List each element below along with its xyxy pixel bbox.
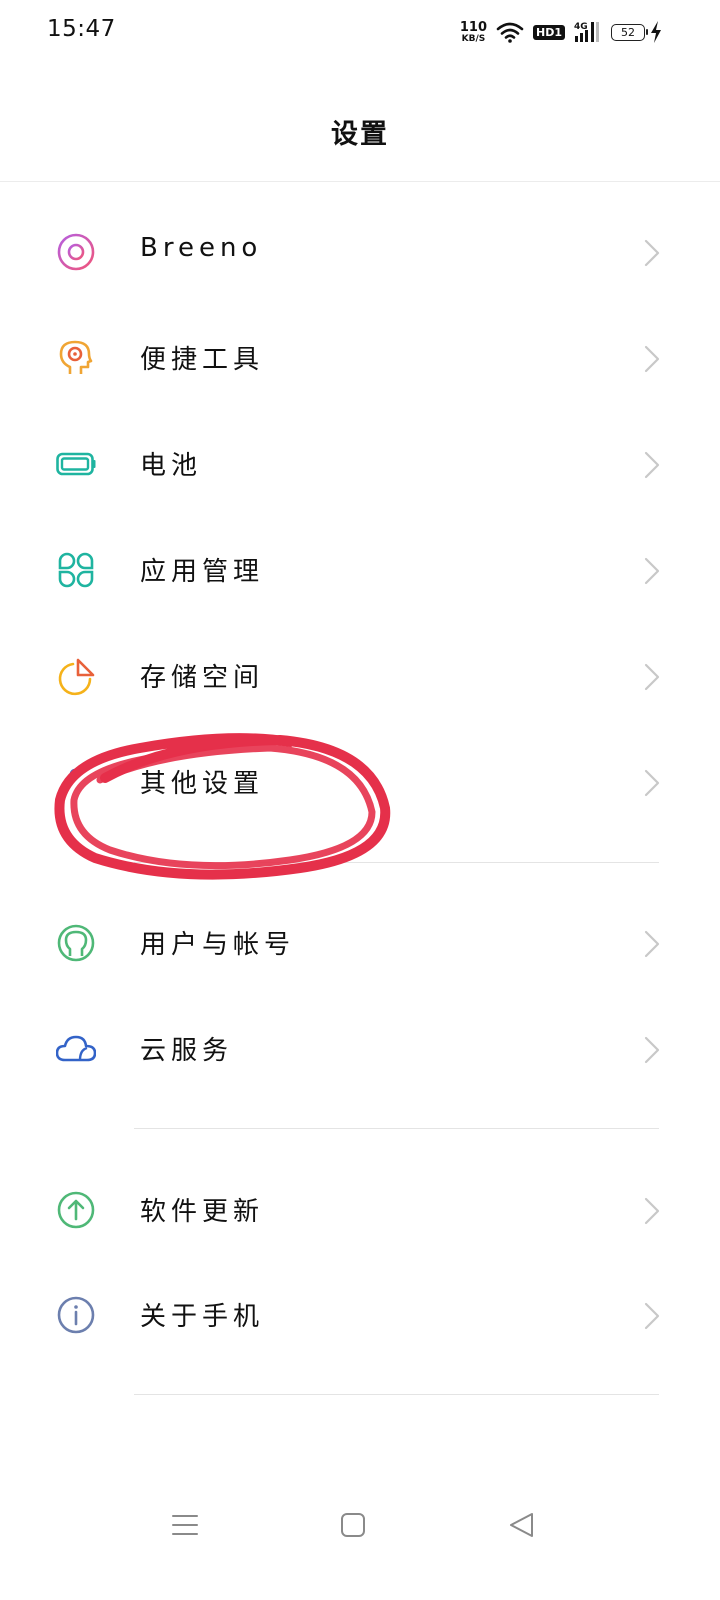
charging-icon — [651, 21, 661, 43]
network-speed-unit: KB/S — [461, 33, 486, 44]
chevron-right-icon — [644, 1197, 660, 1225]
storage-icon — [58, 658, 95, 696]
settings-item-label: 云服务 — [140, 1036, 234, 1066]
navigation-bar — [0, 1490, 720, 1560]
status-bar: 15:47 110 KB/S HD1 4G 52 — [0, 0, 720, 64]
settings-item-label: 其他设置 — [140, 769, 265, 799]
settings-item-breeno[interactable]: Breeno — [0, 199, 720, 305]
settings-item-cloud-service[interactable]: 云服务 — [0, 996, 720, 1102]
hd-voice-badge: HD1 — [533, 24, 565, 40]
home-icon[interactable] — [338, 1510, 368, 1540]
menu-icon[interactable] — [170, 1510, 200, 1540]
battery-indicator: 52 — [611, 23, 648, 41]
settings-item-battery[interactable]: 电池 — [0, 411, 720, 517]
cellular-signal-icon: 4G — [574, 22, 599, 42]
settings-item-label: 关于手机 — [140, 1302, 265, 1332]
section-divider — [134, 862, 659, 863]
other-settings-icon — [69, 768, 81, 780]
settings-item-user-account[interactable]: 用户与帐号 — [0, 890, 720, 996]
user-account-icon — [57, 924, 95, 962]
chevron-right-icon — [644, 769, 660, 797]
title-bar: 设置 — [0, 64, 720, 182]
cloud-service-icon — [56, 1035, 96, 1062]
status-icons: 110 KB/S HD1 4G 52 — [460, 18, 662, 46]
wifi-icon — [496, 22, 524, 43]
app-management-icon — [58, 552, 94, 588]
settings-item-label: 便捷工具 — [140, 345, 265, 375]
chevron-right-icon — [644, 557, 660, 585]
settings-item-other-settings[interactable]: 其他设置 — [0, 729, 720, 835]
chevron-right-icon — [644, 930, 660, 958]
convenience-tools-icon — [59, 340, 93, 374]
settings-item-app-management[interactable]: 应用管理 — [0, 517, 720, 623]
section-divider — [134, 1128, 659, 1129]
chevron-right-icon — [644, 1302, 660, 1330]
software-update-icon — [57, 1191, 95, 1229]
page-title: 设置 — [331, 119, 389, 150]
network-speed-value: 110 — [459, 19, 487, 35]
settings-item-storage[interactable]: 存储空间 — [0, 623, 720, 729]
settings-item-label: Breeno — [140, 233, 263, 263]
about-phone-icon — [57, 1296, 95, 1334]
chevron-right-icon — [644, 345, 660, 373]
settings-item-label: 电池 — [140, 451, 203, 481]
breeno-icon — [57, 233, 95, 271]
settings-item-convenience-tools[interactable]: 便捷工具 — [0, 305, 720, 411]
settings-item-software-update[interactable]: 软件更新 — [0, 1157, 720, 1263]
section-divider — [134, 1394, 659, 1395]
settings-item-label: 应用管理 — [140, 557, 265, 587]
settings-item-label: 用户与帐号 — [140, 930, 296, 960]
chevron-right-icon — [644, 451, 660, 479]
status-time: 15:47 — [47, 16, 116, 42]
settings-item-label: 软件更新 — [140, 1197, 265, 1227]
settings-item-about-phone[interactable]: 关于手机 — [0, 1262, 720, 1368]
network-speed: 110 KB/S — [460, 21, 487, 44]
chevron-right-icon — [644, 239, 660, 267]
chevron-right-icon — [644, 663, 660, 691]
back-icon[interactable] — [506, 1510, 536, 1540]
settings-item-label: 存储空间 — [140, 663, 265, 693]
battery-icon — [56, 452, 96, 476]
chevron-right-icon — [644, 1036, 660, 1064]
